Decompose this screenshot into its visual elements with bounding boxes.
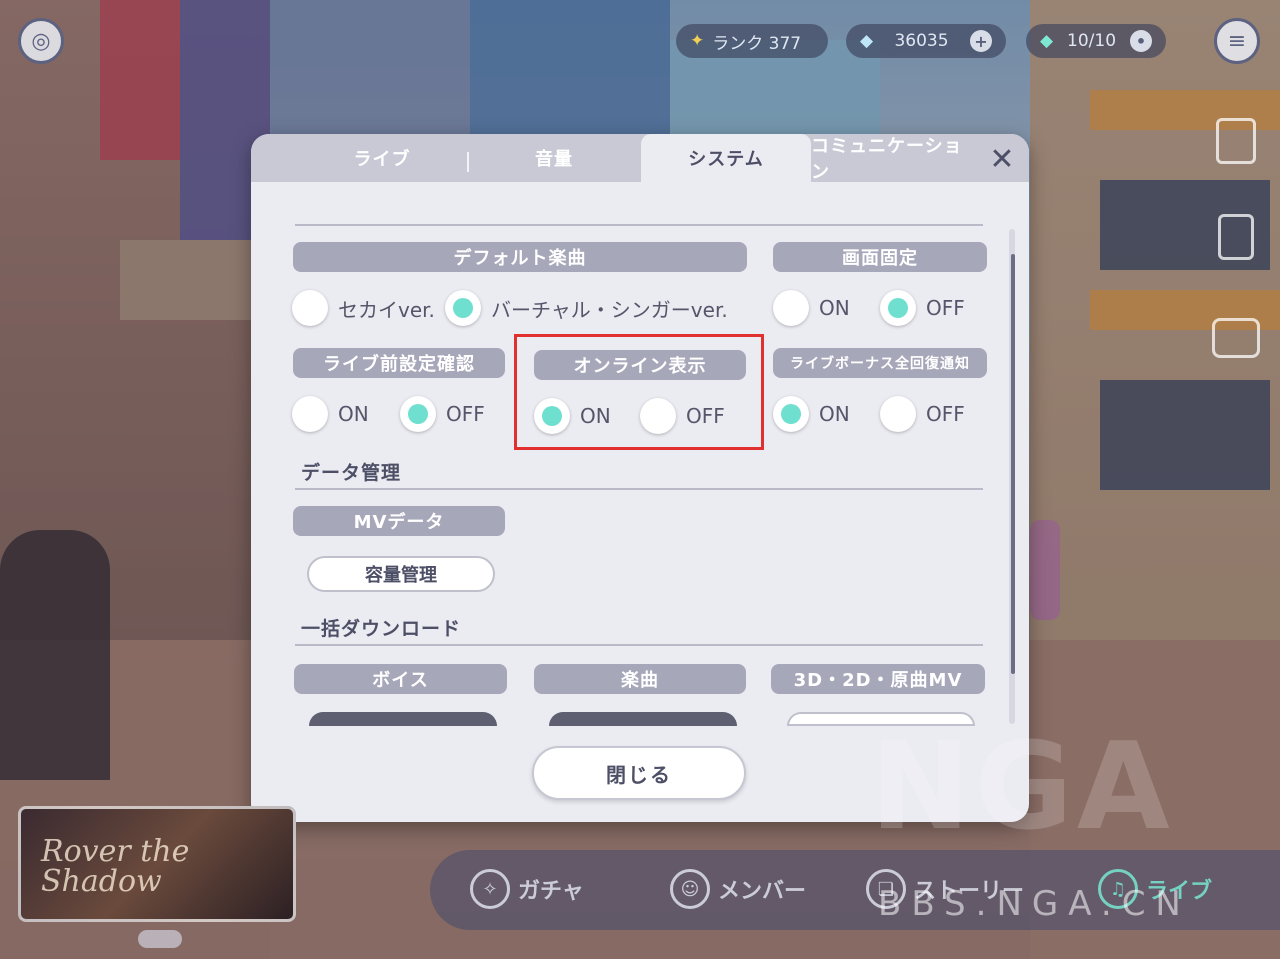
option-label: ON [819,296,850,320]
crystal-icon: ◆ [860,31,874,51]
add-energy-button[interactable]: • [1129,30,1152,52]
tab-live[interactable]: ライブ [297,134,467,182]
gift-icon[interactable] [1216,118,1256,164]
live-jacket-thumbnail[interactable]: Rover the Shadow [18,806,296,922]
tab-system[interactable]: システム [641,134,811,182]
notice-icon[interactable] [1218,214,1254,260]
option-label: OFF [926,402,965,426]
close-button[interactable]: 閉じる [532,746,746,800]
settings-tab-bar: ライブ 音量 システム コミュニケーション ✕ [251,134,1029,183]
nav-member-label: メンバー [718,879,807,904]
nav-member[interactable]: ☺ メンバー [670,864,806,914]
tab-communication[interactable]: コミュニケーション [811,134,981,183]
pre-live-check-off[interactable]: OFF [400,396,485,432]
bulk-download-title: 一括ダウンロード [301,618,462,640]
live-bonus-notify-header: ライブボーナス全回復通知 [773,348,987,378]
menu-icon[interactable]: ≡ [1214,18,1260,64]
member-icon: ☺ [670,869,710,909]
top-divider [295,224,983,226]
radio-screen-lock-on[interactable] [773,290,809,326]
option-label: OFF [446,402,485,426]
section-divider [295,644,983,646]
camera-icon[interactable] [1212,318,1260,358]
default-song-option-virtual-singer[interactable]: バーチャル・シンガーver. [445,290,728,326]
section-divider [295,488,983,490]
mv-data-header: MVデータ [293,506,505,536]
thumbnail-title: Rover the Shadow [41,834,190,899]
tab-volume[interactable]: 音量 [469,134,639,182]
screen-lock-header: 画面固定 [773,242,987,272]
radio-sekai[interactable] [292,290,328,326]
nav-gacha[interactable]: ✧ ガチャ [470,864,584,914]
live-bonus-notify-on[interactable]: ON [773,396,850,432]
radio-pre-live-off[interactable] [400,396,436,432]
data-management-title: データ管理 [301,462,402,484]
option-label: ON [338,402,369,426]
screen-lock-off[interactable]: OFF [880,290,965,326]
watermark-url: BBS.NGA.CN [878,884,1191,924]
pre-live-check-header: ライブ前設定確認 [293,348,505,378]
scrollbar-thumb[interactable] [1011,254,1015,674]
live-energy-counter: ◆ 10/10 • [1026,24,1166,58]
annotation-highlight-box [514,334,764,450]
default-song-header: デフォルト楽曲 [293,242,747,272]
songs-header: 楽曲 [534,664,746,694]
gacha-icon: ✧ [470,869,510,909]
screen-lock-on[interactable]: ON [773,290,850,326]
toggle-indicator[interactable] [138,930,182,948]
crystal-counter: ◆ 36035 + [846,24,1006,58]
crystal-count: 36035 [894,31,949,51]
globe-icon[interactable]: ◎ [18,18,64,64]
pre-live-check-on[interactable]: ON [292,396,369,432]
radio-screen-lock-off[interactable] [880,290,916,326]
watermark-logo: NGA [870,718,1174,857]
key-icon: ✦ [690,31,705,51]
radio-virtual-singer[interactable] [445,290,481,326]
live-bonus-notify-off[interactable]: OFF [880,396,965,432]
option-label: セカイver. [338,297,435,322]
option-label: バーチャル・シンガーver. [491,297,728,322]
option-label: ON [819,402,850,426]
capacity-management-button[interactable]: 容量管理 [307,556,495,592]
radio-live-bonus-off[interactable] [880,396,916,432]
voice-download-button[interactable] [309,712,497,726]
option-label: OFF [926,296,965,320]
energy-icon: ◆ [1040,31,1054,51]
nav-gacha-label: ガチャ [518,879,584,904]
radio-live-bonus-on[interactable] [773,396,809,432]
rank-label: ランク 377 [712,33,802,54]
default-song-option-sekai[interactable]: セカイver. [292,290,435,326]
close-icon[interactable]: ✕ [985,142,1019,177]
mv-download-header: 3D・2D・原曲MV [771,664,985,694]
voice-header: ボイス [294,664,507,694]
rank-badge: ✦ ランク 377 [676,24,828,58]
radio-pre-live-on[interactable] [292,396,328,432]
songs-download-button[interactable] [549,712,737,726]
live-energy-value: 10/10 [1067,31,1117,51]
add-crystal-button[interactable]: + [969,30,992,52]
